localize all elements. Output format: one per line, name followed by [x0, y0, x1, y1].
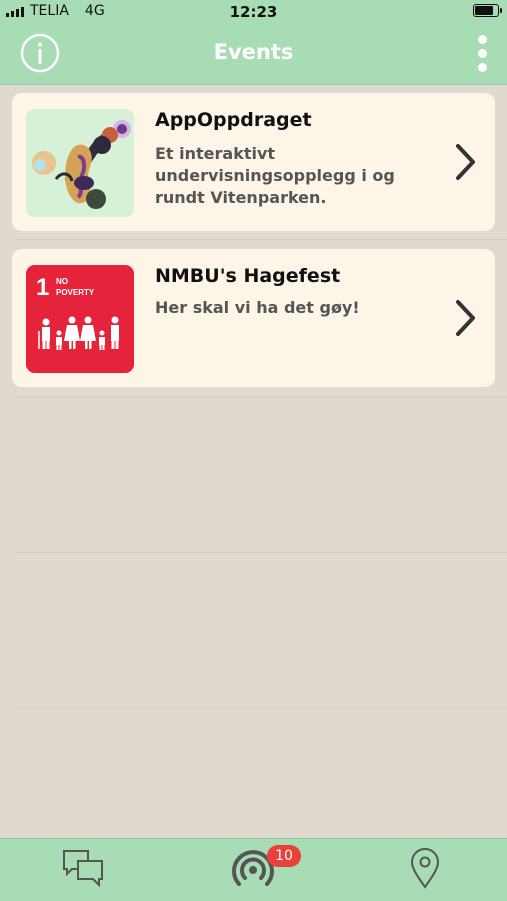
- status-bar: TELIA 4G 12:23: [0, 0, 507, 22]
- page-title: Events: [213, 40, 294, 64]
- nav-bar: Events: [0, 22, 507, 85]
- tab-bar: 10: [0, 838, 507, 901]
- event-card-hagefest[interactable]: 1 NO POVERTY NMBU's Hagefest Her skal vi…: [12, 249, 495, 387]
- more-vertical-icon[interactable]: [473, 34, 493, 74]
- divider: [16, 239, 507, 240]
- abstract-art-thumbnail: [26, 109, 134, 217]
- event-card-appoppdraget[interactable]: AppOppdraget Et interaktivt undervisning…: [12, 93, 495, 231]
- divider: [16, 707, 507, 708]
- poverty-line2: POVERTY: [56, 288, 95, 297]
- chevron-right-icon: [455, 143, 477, 181]
- status-time: 12:23: [229, 3, 278, 21]
- event-title: AppOppdraget: [155, 109, 312, 131]
- event-description: Her skal vi ha det gøy!: [155, 298, 360, 317]
- no-poverty-thumbnail: 1 NO POVERTY: [26, 265, 134, 373]
- chat-icon[interactable]: [58, 843, 108, 893]
- poverty-line1: NO: [56, 277, 68, 286]
- event-title: NMBU's Hagefest: [155, 265, 341, 287]
- battery-icon: [473, 4, 502, 17]
- event-description: Et interaktivt undervisningsopplegg i og…: [155, 144, 395, 207]
- chevron-right-icon: [455, 299, 477, 337]
- notification-badge: 10: [267, 845, 301, 867]
- poverty-number: 1: [36, 274, 49, 301]
- location-pin-icon[interactable]: [400, 843, 450, 893]
- divider: [16, 552, 507, 553]
- divider: [16, 397, 507, 398]
